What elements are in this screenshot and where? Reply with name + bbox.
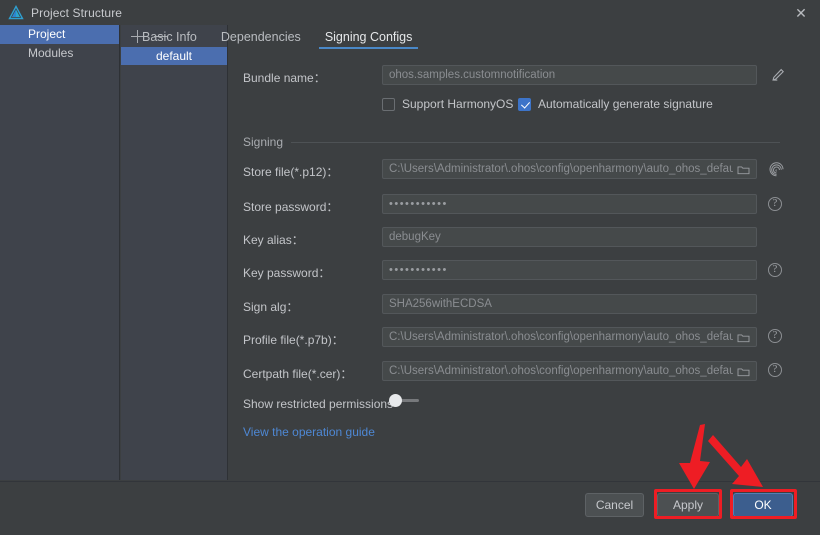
signing-section-title: Signing [243, 135, 284, 149]
help-icon[interactable]: ? [768, 329, 782, 343]
window-title: Project Structure [31, 5, 123, 20]
show-restricted-permissions-toggle[interactable] [389, 394, 421, 407]
fingerprint-icon[interactable] [768, 160, 785, 177]
apply-button[interactable]: Apply [657, 493, 719, 517]
certpath-file-label: Certpath file(*.cer)： [243, 367, 353, 381]
store-password-input[interactable]: ••••••••••• [382, 194, 757, 214]
profile-file-label: Profile file(*.p7b)： [243, 333, 344, 347]
folder-icon[interactable] [737, 332, 750, 343]
show-restricted-permissions-label: Show restricted permissions [243, 397, 394, 411]
cancel-button[interactable]: Cancel [585, 493, 644, 517]
key-alias-label: Key alias： [243, 233, 304, 247]
key-password-input[interactable]: ••••••••••• [382, 260, 757, 280]
sign-alg-label: Sign alg： [243, 300, 299, 314]
checkbox-box [382, 97, 395, 111]
support-harmonyos-label: Support HarmonyOS [402, 97, 514, 111]
title-bar: Project Structure ✕ [0, 0, 820, 25]
signing-section-header: Signing [243, 135, 780, 149]
store-password-label: Store password： [243, 200, 339, 214]
tab-bar: Basic Info Dependencies Signing Configs [121, 25, 820, 49]
signing-configs-form: Bundle name： ohos.samples.customnotifica… [229, 49, 820, 480]
toggle-knob [389, 394, 402, 407]
ok-button[interactable]: OK [733, 493, 793, 517]
help-icon[interactable]: ? [768, 263, 782, 277]
help-icon[interactable]: ? [768, 363, 782, 377]
list-item[interactable]: default [121, 47, 227, 65]
pencil-icon[interactable] [770, 67, 786, 83]
project-structure-dialog: Project Structure ✕ Project Modules defa… [0, 0, 820, 535]
sidebar-item-modules[interactable]: Modules [0, 44, 119, 63]
store-file-input[interactable]: C:\Users\Administrator\.ohos\config\open… [382, 159, 757, 179]
bundle-name-input[interactable]: ohos.samples.customnotification [382, 65, 757, 85]
dialog-footer: Cancel Apply OK [0, 481, 820, 535]
deveco-logo-icon [8, 4, 24, 19]
divider [291, 141, 780, 143]
key-alias-input[interactable]: debugKey [382, 227, 757, 247]
auto-generate-signature-label: Automatically generate signature [538, 97, 713, 111]
tab-basic-info[interactable]: Basic Info [130, 25, 209, 49]
auto-generate-signature-checkbox[interactable]: Automatically generate signature [518, 97, 713, 111]
sidebar-item-project[interactable]: Project [0, 25, 119, 44]
profile-file-input[interactable]: C:\Users\Administrator\.ohos\config\open… [382, 327, 757, 347]
checkbox-box [518, 97, 531, 111]
folder-icon[interactable] [737, 366, 750, 377]
help-icon[interactable]: ? [768, 197, 782, 211]
bundle-name-label: Bundle name： [243, 71, 326, 85]
operation-guide-link[interactable]: View the operation guide [243, 425, 375, 439]
support-harmonyos-checkbox[interactable]: Support HarmonyOS [382, 97, 513, 111]
close-icon[interactable]: ✕ [788, 2, 814, 23]
folder-icon[interactable] [737, 164, 750, 175]
store-file-label: Store file(*.p12)： [243, 165, 339, 179]
tab-dependencies[interactable]: Dependencies [209, 25, 313, 49]
certpath-file-input[interactable]: C:\Users\Administrator\.ohos\config\open… [382, 361, 757, 381]
tab-signing-configs[interactable]: Signing Configs [313, 25, 425, 49]
sign-alg-input[interactable]: SHA256withECDSA [382, 294, 757, 314]
signing-config-list-panel: default [121, 25, 228, 480]
key-password-label: Key password： [243, 266, 331, 280]
sidebar: Project Modules [0, 25, 120, 480]
